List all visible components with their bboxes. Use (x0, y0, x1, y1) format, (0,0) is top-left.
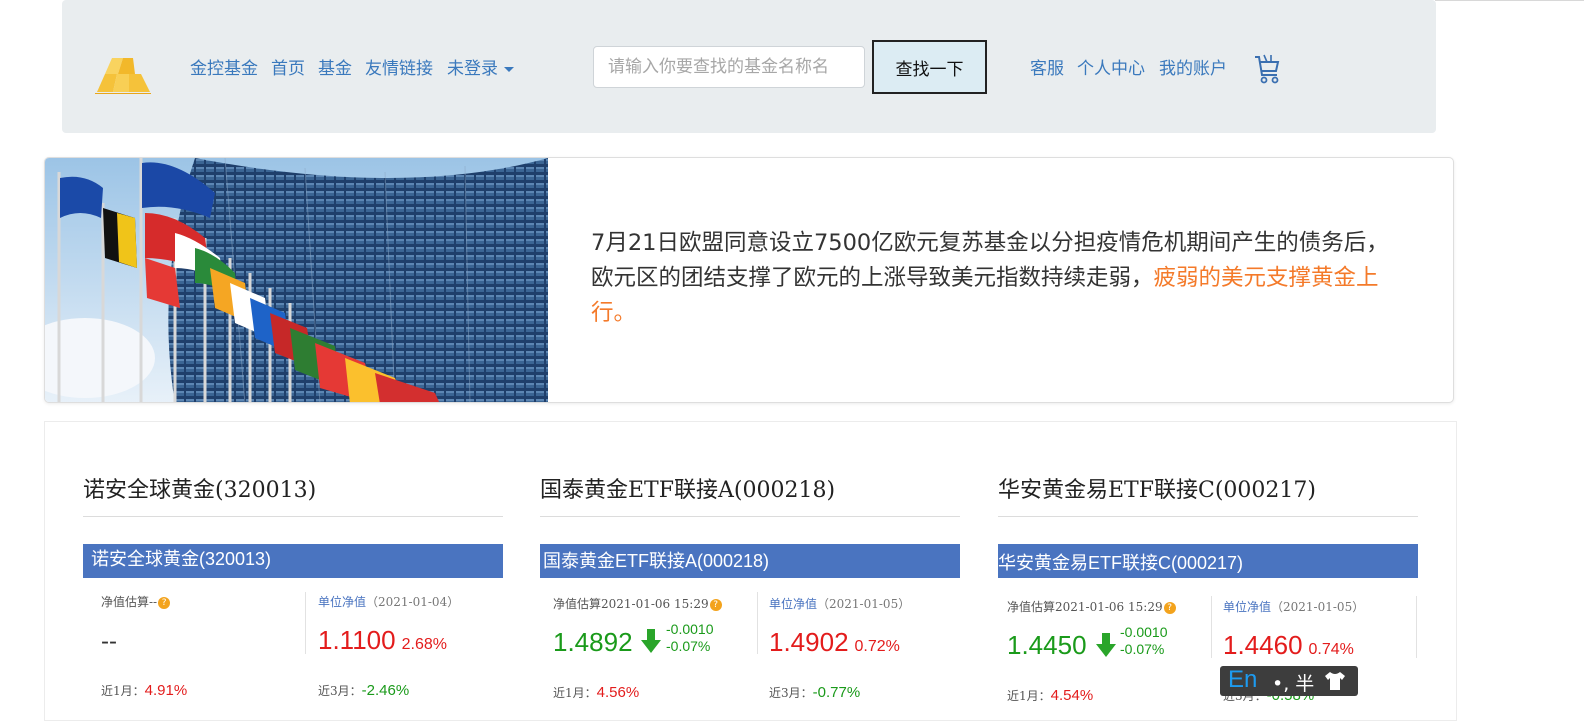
unit-nav-value: 1.4902 0.72% (769, 627, 900, 658)
estimate-label: 净值估算2021-01-06 15:29? (1007, 598, 1176, 615)
nav-brand-link[interactable]: 金控基金 (190, 54, 258, 79)
stat-1-month-value: 4.54% (1050, 687, 1094, 704)
stat-3-month-label: 近3月： (769, 686, 813, 700)
fund-card-header-bar: 华安黄金易ETF联接C(000217) (998, 544, 1418, 578)
divider (998, 516, 1418, 517)
stat-1-month: 近1月：4.91% (101, 682, 187, 699)
fund-card[interactable]: 诺安全球黄金(320013) 诺安全球黄金(320013) 净值估算--? 单位… (83, 422, 505, 722)
stat-3-month: 近3月：-0.77% (769, 684, 860, 701)
stat-3-month-value: -0.77% (812, 684, 861, 701)
unit-nav-change-pct: 2.68% (401, 636, 447, 653)
column-divider (757, 592, 758, 654)
stat-1-month: 近1月：4.56% (553, 684, 639, 701)
unit-nav-date: （2021-01-05） (1271, 600, 1365, 614)
estimate-value: 1.4892 (553, 627, 633, 657)
column-divider (305, 592, 306, 654)
stat-3-month-label: 近3月： (318, 684, 362, 698)
question-icon[interactable]: ? (709, 598, 722, 611)
unit-nav-label-text: 单位净值 (1223, 600, 1272, 614)
news-banner[interactable]: 7月21日欧盟同意设立7500亿欧元复苏基金以分担疫情危机期间产生的债务后，欧元… (44, 157, 1454, 403)
estimate-label: 净值估算2021-01-06 15:29? (553, 595, 722, 612)
question-icon[interactable]: ? (1163, 601, 1176, 614)
estimate-value: -- (101, 628, 117, 655)
estimate-value: 1.4450 (1007, 630, 1087, 660)
estimate-label-text: 净值估算2021-01-06 15:29 (553, 597, 709, 611)
fund-card-title[interactable]: 华安黄金易ETF联接C(000217) (998, 472, 1316, 504)
ime-punctuation-width[interactable]: •, 半 (1272, 669, 1314, 696)
estimate-label-text: 净值估算-- (101, 595, 158, 609)
fund-card-header-bar: 国泰黄金ETF联接A(000218) (540, 544, 960, 578)
unit-nav-label: 单位净值（2021-01-04） (318, 593, 459, 610)
stat-1-month-label: 近1月： (101, 684, 145, 698)
nav-my-account-link[interactable]: 我的账户 (1159, 54, 1227, 79)
stat-1-month-label: 近1月： (553, 686, 597, 700)
arrow-down-icon (1096, 633, 1116, 657)
unit-nav-number: 1.4460 (1223, 630, 1303, 660)
fund-card-header-bar: 诺安全球黄金(320013) (83, 544, 503, 578)
banner-news-text: 7月21日欧盟同意设立7500亿欧元复苏基金以分担疫情危机期间产生的债务后，欧元… (591, 226, 1401, 331)
fund-card-title[interactable]: 国泰黄金ETF联接A(000218) (540, 472, 835, 504)
fund-card[interactable]: 国泰黄金ETF联接A(000218) 国泰黄金ETF联接A(000218) 净值… (540, 422, 962, 722)
stat-3-month: 近3月：-2.46% (318, 682, 409, 699)
divider (540, 516, 960, 517)
estimate-change-pct: -0.07% (666, 638, 711, 654)
unit-nav-label: 单位净值（2021-01-05） (1223, 598, 1364, 615)
estimate-change-abs: -0.0010 (1120, 624, 1168, 640)
ime-toolbar[interactable]: En •, 半 (1220, 666, 1358, 696)
search-button[interactable]: 查找一下 (872, 40, 987, 94)
estimate-label-text: 净值估算2021-01-06 15:29 (1007, 600, 1163, 614)
nav-home-link[interactable]: 首页 (271, 54, 305, 79)
unit-nav-change-pct: 0.72% (854, 638, 900, 655)
stat-1-month-label: 近1月： (1007, 689, 1051, 703)
nav-personal-center-link[interactable]: 个人中心 (1077, 54, 1145, 79)
estimate-change-abs: -0.0010 (666, 621, 714, 637)
stat-1-month: 近1月：4.54% (1007, 687, 1093, 704)
ime-language-mode[interactable]: En (1228, 666, 1257, 694)
stat-1-month-value: 4.56% (596, 684, 640, 701)
column-divider (1416, 596, 1417, 658)
estimate-label: 净值估算--? (101, 593, 171, 610)
unit-nav-label-text: 单位净值 (318, 595, 367, 609)
gold-bars-logo-icon[interactable] (95, 52, 152, 94)
nav-funds-link[interactable]: 基金 (318, 54, 352, 79)
fund-search-input[interactable] (593, 46, 865, 88)
eu-flags-photo (45, 158, 548, 402)
column-divider (1211, 596, 1212, 658)
unit-nav-change-pct: 0.74% (1308, 641, 1354, 658)
question-icon[interactable]: ? (158, 596, 171, 609)
unit-nav-label: 单位净值（2021-01-05） (769, 595, 910, 612)
nav-service-link[interactable]: 客服 (1030, 54, 1064, 79)
login-label: 未登录 (447, 59, 498, 79)
unit-nav-number: 1.4902 (769, 627, 849, 657)
unit-nav-value: 1.1100 2.68% (318, 625, 447, 656)
tshirt-skin-icon[interactable] (1323, 671, 1347, 691)
chevron-down-icon (504, 66, 514, 72)
unit-nav-label-text: 单位净值 (769, 597, 818, 611)
top-border-line (1435, 0, 1584, 1)
unit-nav-date: （2021-01-04） (366, 595, 460, 609)
unit-nav-date: （2021-01-05） (817, 597, 911, 611)
estimate-change-pct: -0.07% (1120, 641, 1165, 657)
shopping-cart-icon[interactable] (1253, 53, 1281, 85)
arrow-down-icon (641, 629, 661, 653)
stat-3-month-value: -2.46% (361, 682, 410, 699)
divider (83, 516, 503, 517)
unit-nav-number: 1.1100 (318, 625, 396, 655)
fund-card-title[interactable]: 诺安全球黄金(320013) (83, 472, 316, 504)
nav-friend-links[interactable]: 友情链接 (365, 54, 433, 79)
nav-login-dropdown[interactable]: 未登录 (447, 54, 514, 79)
unit-nav-value: 1.4460 0.74% (1223, 630, 1354, 661)
stat-1-month-value: 4.91% (144, 682, 188, 699)
